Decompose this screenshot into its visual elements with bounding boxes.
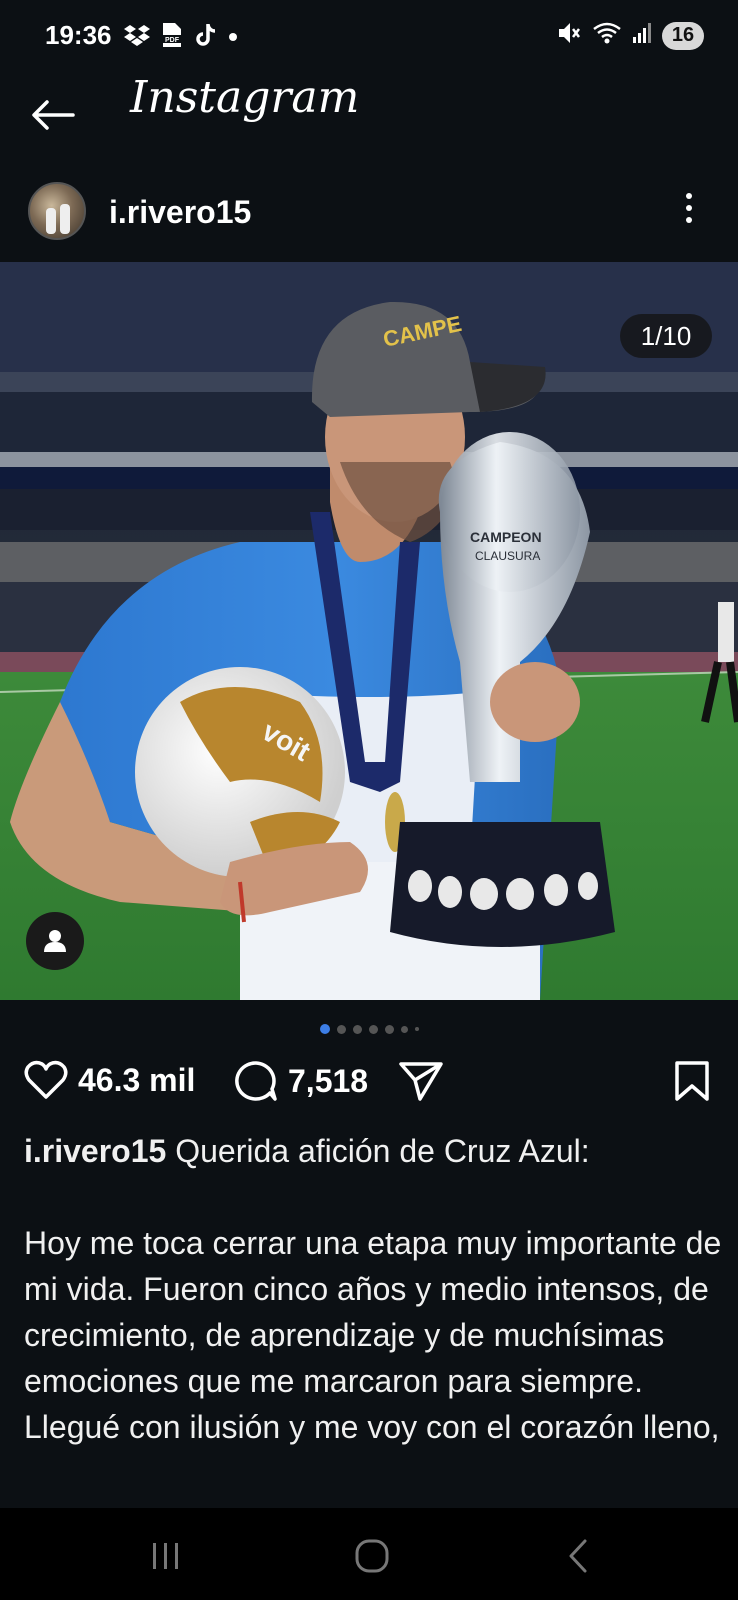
svg-text:CLAUSURA: CLAUSURA xyxy=(475,549,540,563)
comments-count[interactable]: 7,518 xyxy=(288,1063,368,1100)
save-button[interactable] xyxy=(674,1060,710,1107)
arrow-left-icon xyxy=(32,100,75,130)
battery-indicator: 16 xyxy=(662,21,704,50)
post-photo: CAMPE CAMPEON CLAUSURA voit xyxy=(0,262,738,1000)
svg-text:PDF: PDF xyxy=(165,37,180,44)
avatar[interactable] xyxy=(28,182,86,240)
back-icon xyxy=(569,1539,587,1573)
svg-text:CAMPEON: CAMPEON xyxy=(470,529,542,545)
mute-icon xyxy=(556,20,582,51)
carousel-dot xyxy=(400,1025,408,1033)
tiktok-icon xyxy=(194,22,218,53)
like-action[interactable]: 46.3 mil xyxy=(24,1060,195,1100)
person-icon xyxy=(44,930,66,952)
caption-first-line: Querida afición de Cruz Azul: xyxy=(175,1133,590,1169)
status-left-icons: PDF xyxy=(124,22,238,53)
system-nav-bar xyxy=(0,1508,738,1600)
share-action[interactable] xyxy=(398,1060,444,1102)
carousel-dot xyxy=(414,1027,419,1031)
avatar-figure xyxy=(60,204,70,234)
post-username[interactable]: i.rivero15 xyxy=(109,194,251,231)
back-button[interactable] xyxy=(28,90,78,140)
status-right-icons: 16 xyxy=(556,20,704,51)
more-options-button[interactable] xyxy=(674,186,704,230)
status-time: 19:36 xyxy=(45,20,112,50)
caption-username[interactable]: i.rivero15 xyxy=(24,1133,166,1169)
carousel-dot xyxy=(336,1024,346,1034)
pdf-icon: PDF xyxy=(160,22,184,53)
carousel-dot xyxy=(384,1024,394,1034)
likes-count[interactable]: 46.3 mil xyxy=(78,1062,195,1099)
comment-icon[interactable] xyxy=(234,1060,278,1102)
app-title: Instagram xyxy=(130,72,360,123)
dot-icon xyxy=(686,217,692,223)
carousel-dot xyxy=(352,1024,362,1034)
caption-header: i.rivero15 Querida afición de Cruz Azul: xyxy=(24,1128,724,1174)
send-icon[interactable] xyxy=(398,1060,444,1102)
bookmark-icon xyxy=(675,1061,709,1101)
home-icon xyxy=(355,1539,389,1573)
avatar-figure xyxy=(46,208,56,234)
signal-icon xyxy=(632,21,652,50)
dot-icon xyxy=(228,29,238,47)
action-bar: 46.3 mil 7,518 xyxy=(0,1058,738,1112)
comment-action[interactable]: 7,518 xyxy=(234,1060,368,1102)
recent-apps-icon xyxy=(153,1543,178,1569)
post-header: i.rivero15 xyxy=(0,176,738,256)
home-button[interactable] xyxy=(352,1536,392,1576)
carousel-dots xyxy=(0,1024,738,1034)
tagged-people-button[interactable] xyxy=(26,912,84,970)
dot-icon xyxy=(686,193,692,199)
status-bar: 19:36 PDF 16 xyxy=(0,0,738,70)
image-counter: 1/10 xyxy=(620,314,712,358)
dot-icon xyxy=(686,205,692,211)
post-caption: i.rivero15 Querida afición de Cruz Azul:… xyxy=(24,1128,724,1450)
heart-icon[interactable] xyxy=(24,1060,68,1100)
carousel-dot xyxy=(368,1024,378,1034)
wifi-icon xyxy=(592,20,622,51)
recent-apps-button[interactable] xyxy=(146,1536,186,1576)
carousel-dot-active xyxy=(319,1024,330,1034)
caption-body: Hoy me toca cerrar una etapa muy importa… xyxy=(24,1225,722,1445)
post-image[interactable]: CAMPE CAMPEON CLAUSURA voit 1/10 xyxy=(0,262,738,1000)
dropbox-icon xyxy=(124,23,150,52)
app-header: Instagram xyxy=(0,70,738,170)
nav-back-button[interactable] xyxy=(558,1536,598,1576)
